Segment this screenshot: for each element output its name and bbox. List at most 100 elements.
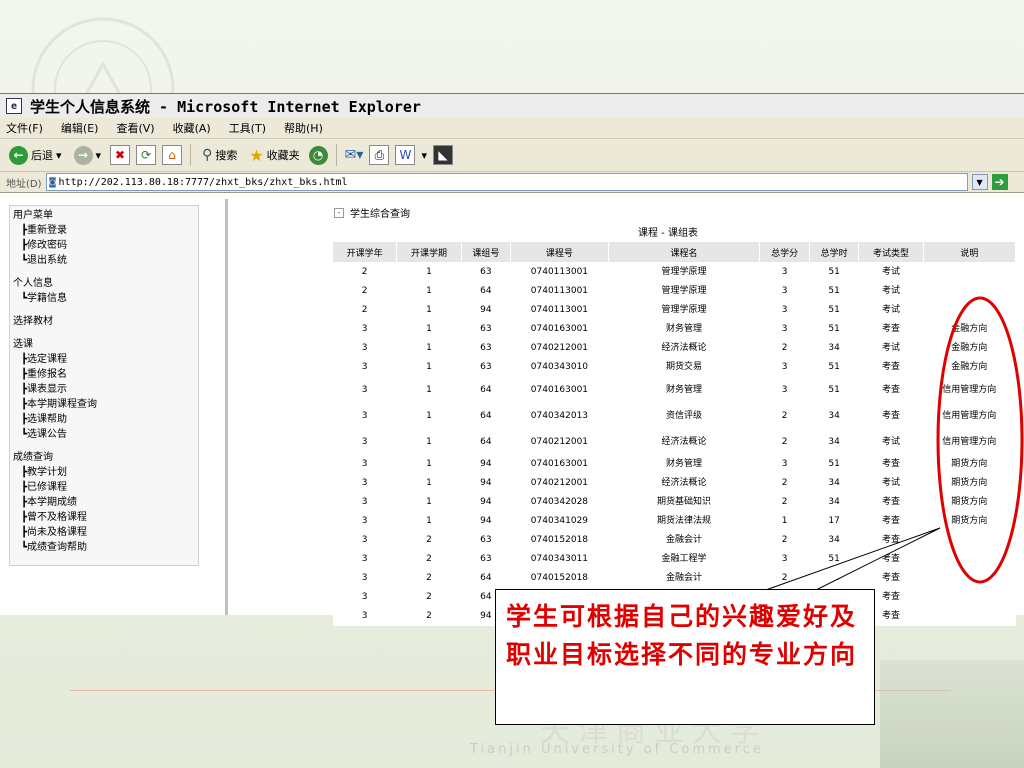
sidebar-menu-item[interactable]: ┣尚未及格课程 <box>13 525 198 540</box>
menu-favorites[interactable]: 收藏(A) <box>173 120 211 136</box>
table-cell: 期货基础知识 <box>608 493 760 512</box>
sidebar-menu-item[interactable]: ┣曾不及格课程 <box>13 510 198 525</box>
course-table: 开课学年 开课学期 课组号 课程号 课程名 总学分 总学时 考试类型 说明 2 1 63 074011… <box>331 241 1017 626</box>
table-cell: 2 <box>759 429 810 455</box>
menu-group-title[interactable]: 成绩查询 <box>13 450 198 465</box>
table-cell: 考查 <box>858 377 924 403</box>
refresh-icon[interactable]: ⟳ <box>136 145 157 165</box>
table-cell: 考查 <box>858 403 924 429</box>
title-bar: e 学生个人信息系统 - Microsoft Internet Explorer <box>0 94 1024 118</box>
table-cell: 34 <box>809 474 859 493</box>
back-dropdown-icon[interactable]: ▾ <box>56 149 62 162</box>
table-cell: 考查 <box>858 531 924 550</box>
table-cell <box>923 531 1016 550</box>
stop-icon[interactable]: ✖ <box>110 145 131 165</box>
menu-help[interactable]: 帮助(H) <box>284 120 323 136</box>
table-cell: 1 <box>396 282 462 301</box>
sidebar-menu-item[interactable]: ┗学籍信息 <box>13 291 198 306</box>
table-cell: 63 <box>461 550 511 569</box>
back-label: 后退 <box>31 149 53 162</box>
sidebar-menu-item[interactable]: ┣课表显示 <box>13 382 198 397</box>
table-cell: 3 <box>332 358 397 377</box>
history-icon[interactable]: ◔ <box>308 145 328 165</box>
expand-icon[interactable]: - <box>334 207 344 218</box>
table-cell: 0740152018 <box>510 531 609 550</box>
sidebar-menu-item[interactable]: ┣重修报名 <box>13 367 198 382</box>
back-button[interactable]: ← 后退 ▾ <box>6 143 65 167</box>
table-cell: 1 <box>396 262 462 282</box>
print-icon[interactable]: ⎙ <box>369 145 390 165</box>
menu-group-title[interactable]: 选择教材 <box>13 314 198 329</box>
go-arrow-icon[interactable]: ➔ <box>991 174 1008 190</box>
menu-group-title[interactable]: 选课 <box>13 337 198 352</box>
table-cell: 63 <box>461 320 511 339</box>
table-header-row: 开课学年 开课学期 课组号 课程号 课程名 总学分 总学时 考试类型 说明 <box>331 241 1017 263</box>
search-button[interactable]: ⚲ 搜索 <box>199 143 240 167</box>
messenger-icon[interactable]: ◣ <box>432 145 453 165</box>
column-header: 总学时 <box>808 241 860 263</box>
table-cell: 0740163001 <box>510 320 609 339</box>
table-cell: 信用管理方向 <box>923 403 1016 429</box>
forward-dropdown-icon[interactable]: ▾ <box>96 149 102 162</box>
table-cell: 2 <box>759 474 810 493</box>
mail-icon[interactable]: ✉▾ <box>345 147 364 163</box>
table-cell: 0740113001 <box>510 282 609 301</box>
menu-tools[interactable]: 工具(T) <box>229 120 266 136</box>
table-cell: 0740342028 <box>510 493 609 512</box>
sidebar-menu-item[interactable]: ┣重新登录 <box>13 223 198 238</box>
menu-group-title[interactable]: 个人信息 <box>13 276 198 291</box>
table-cell: 2 <box>759 403 810 429</box>
page-icon: ◙ <box>49 176 56 188</box>
table-cell: 2 <box>396 569 462 588</box>
table-cell: 1 <box>396 512 462 531</box>
table-cell: 51 <box>809 301 859 320</box>
sidebar-menu-item[interactable]: ┣本学期课程查询 <box>13 397 198 412</box>
menu-file[interactable]: 文件(F) <box>6 120 43 136</box>
user-menu: 用户菜单 ┣重新登录 ┣修改密码 ┗退出系统 个人信息 ┗学籍信息 选择教材 选课 ┣选定课程 ┣… <box>9 205 199 566</box>
table-row: 3 2 63 0740152018 金融会计 2 34 考查 <box>332 531 1016 550</box>
forward-button[interactable]: → ▾ <box>71 143 105 167</box>
favorites-button[interactable]: ★ 收藏夹 <box>246 143 302 167</box>
address-dropdown-icon[interactable]: ▼ <box>971 174 988 190</box>
menu-group-title[interactable]: 用户菜单 <box>13 208 198 223</box>
sidebar-menu-item[interactable]: ┣选定课程 <box>13 352 198 367</box>
table-cell: 2 <box>759 531 810 550</box>
address-input[interactable]: ◙ http://202.113.80.18:7777/zhxt_bks/zhx… <box>45 173 968 191</box>
table-cell: 17 <box>809 512 859 531</box>
table-cell: 2 <box>759 339 810 358</box>
table-cell: 1 <box>396 339 462 358</box>
table-cell: 经济法概论 <box>608 339 760 358</box>
table-cell: 0740212001 <box>510 339 609 358</box>
sidebar-menu-item[interactable]: ┗成绩查询帮助 <box>13 540 198 555</box>
table-cell: 期货交易 <box>608 358 760 377</box>
sidebar-menu-item[interactable]: ┗选课公告 <box>13 427 198 442</box>
menu-edit[interactable]: 编辑(E) <box>61 120 99 136</box>
table-cell: 64 <box>461 569 511 588</box>
sidebar-menu-item[interactable]: ┣已修课程 <box>13 480 198 495</box>
table-cell: 34 <box>809 403 859 429</box>
table-cell: 0740152018 <box>510 569 609 588</box>
table-cell: 3 <box>332 607 397 626</box>
table-cell: 金融会计 <box>608 531 760 550</box>
table-cell: 63 <box>461 262 511 282</box>
sidebar-menu-item[interactable]: ┣教学计划 <box>13 465 198 480</box>
menu-group: 成绩查询 ┣教学计划 ┣已修课程 ┣本学期成绩 ┣曾不及格课程 ┣尚未及格课程 ┗成绩查询帮… <box>13 450 198 555</box>
table-cell: 金融方向 <box>923 320 1016 339</box>
table-cell <box>923 282 1016 301</box>
column-header: 开课学期 <box>396 241 462 263</box>
sidebar-menu-item[interactable]: ┗退出系统 <box>13 253 198 268</box>
table-cell: 3 <box>332 429 397 455</box>
sidebar-menu-item[interactable]: ┣本学期成绩 <box>13 495 198 510</box>
edit-dropdown-icon[interactable]: ▾ <box>421 149 427 162</box>
menu-view[interactable]: 查看(V) <box>116 120 154 136</box>
table-cell: 1 <box>396 403 462 429</box>
edit-word-icon[interactable]: W <box>395 145 416 165</box>
table-cell: 考查 <box>858 493 924 512</box>
sidebar-menu-item[interactable]: ┣选课帮助 <box>13 412 198 427</box>
right-frame: - 学生综合查询 课程 - 课组表 开课学年 开课学期 课组号 课程号 课程名 总学分 总学… <box>228 199 1024 626</box>
home-icon[interactable]: ⌂ <box>162 145 183 165</box>
table-cell <box>923 569 1016 588</box>
table-cell <box>923 301 1016 320</box>
sidebar-menu-item[interactable]: ┣修改密码 <box>13 238 198 253</box>
menu-group: 选择教材 <box>13 314 198 329</box>
